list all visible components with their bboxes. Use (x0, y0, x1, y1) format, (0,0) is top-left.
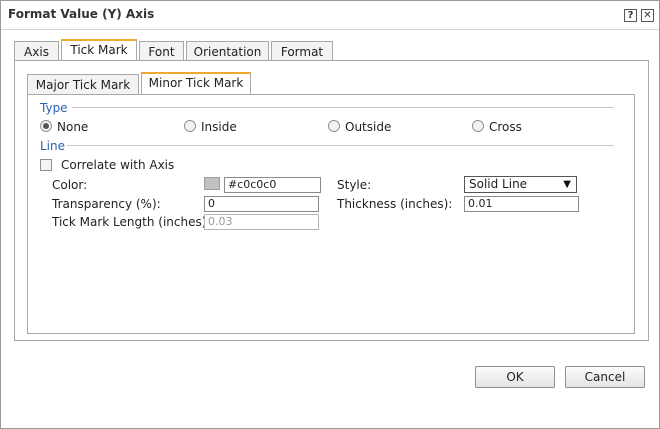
dropdown-arrow-icon: ▼ (563, 179, 571, 190)
radio-inside-label: Inside (201, 120, 237, 134)
close-icon[interactable]: ✕ (641, 9, 654, 22)
ok-button[interactable]: OK (475, 366, 555, 388)
help-icon[interactable]: ? (624, 9, 637, 22)
format-axis-dialog: Format Value (Y) Axis ? ✕ Axis Tick Mark… (0, 0, 660, 429)
thickness-label: Thickness (inches): (337, 197, 453, 211)
cancel-button[interactable]: Cancel (565, 366, 645, 388)
line-legend: Line (40, 139, 66, 153)
correlate-label: Correlate with Axis (61, 158, 175, 172)
tab-orientation[interactable]: Orientation (186, 41, 269, 62)
radio-none[interactable] (40, 120, 52, 132)
thickness-field[interactable]: 0.01 (464, 196, 579, 212)
tab-major-tick-mark[interactable]: Major Tick Mark (27, 74, 139, 95)
tick-length-field: 0.03 (204, 214, 319, 230)
tab-axis[interactable]: Axis (14, 41, 59, 62)
tab-font[interactable]: Font (139, 41, 184, 62)
color-label: Color: (52, 178, 88, 192)
tab-tick-mark[interactable]: Tick Mark (61, 39, 137, 62)
type-divider (72, 107, 614, 108)
line-divider (67, 145, 614, 146)
radio-cross-label: Cross (489, 120, 522, 134)
title-bar: Format Value (Y) Axis ? ✕ (1, 1, 659, 29)
tab-minor-tick-mark[interactable]: Minor Tick Mark (141, 72, 251, 95)
tab-format[interactable]: Format (271, 41, 333, 62)
radio-outside[interactable] (328, 120, 340, 132)
radio-cross[interactable] (472, 120, 484, 132)
color-swatch[interactable] (204, 177, 220, 190)
radio-outside-label: Outside (345, 120, 392, 134)
style-select-value: Solid Line (469, 177, 528, 191)
title-separator (1, 29, 659, 30)
transparency-label: Transparency (%): (52, 197, 161, 211)
radio-inside[interactable] (184, 120, 196, 132)
radio-none-label: None (57, 120, 89, 134)
color-field[interactable]: #c0c0c0 (224, 177, 321, 193)
type-legend: Type (40, 101, 68, 115)
correlate-checkbox[interactable] (40, 159, 52, 171)
transparency-field[interactable]: 0 (204, 196, 319, 212)
style-label: Style: (337, 178, 372, 192)
tick-length-label: Tick Mark Length (inches): (52, 215, 211, 229)
style-select[interactable]: Solid Line ▼ (464, 176, 577, 193)
dialog-title: Format Value (Y) Axis (8, 7, 155, 21)
